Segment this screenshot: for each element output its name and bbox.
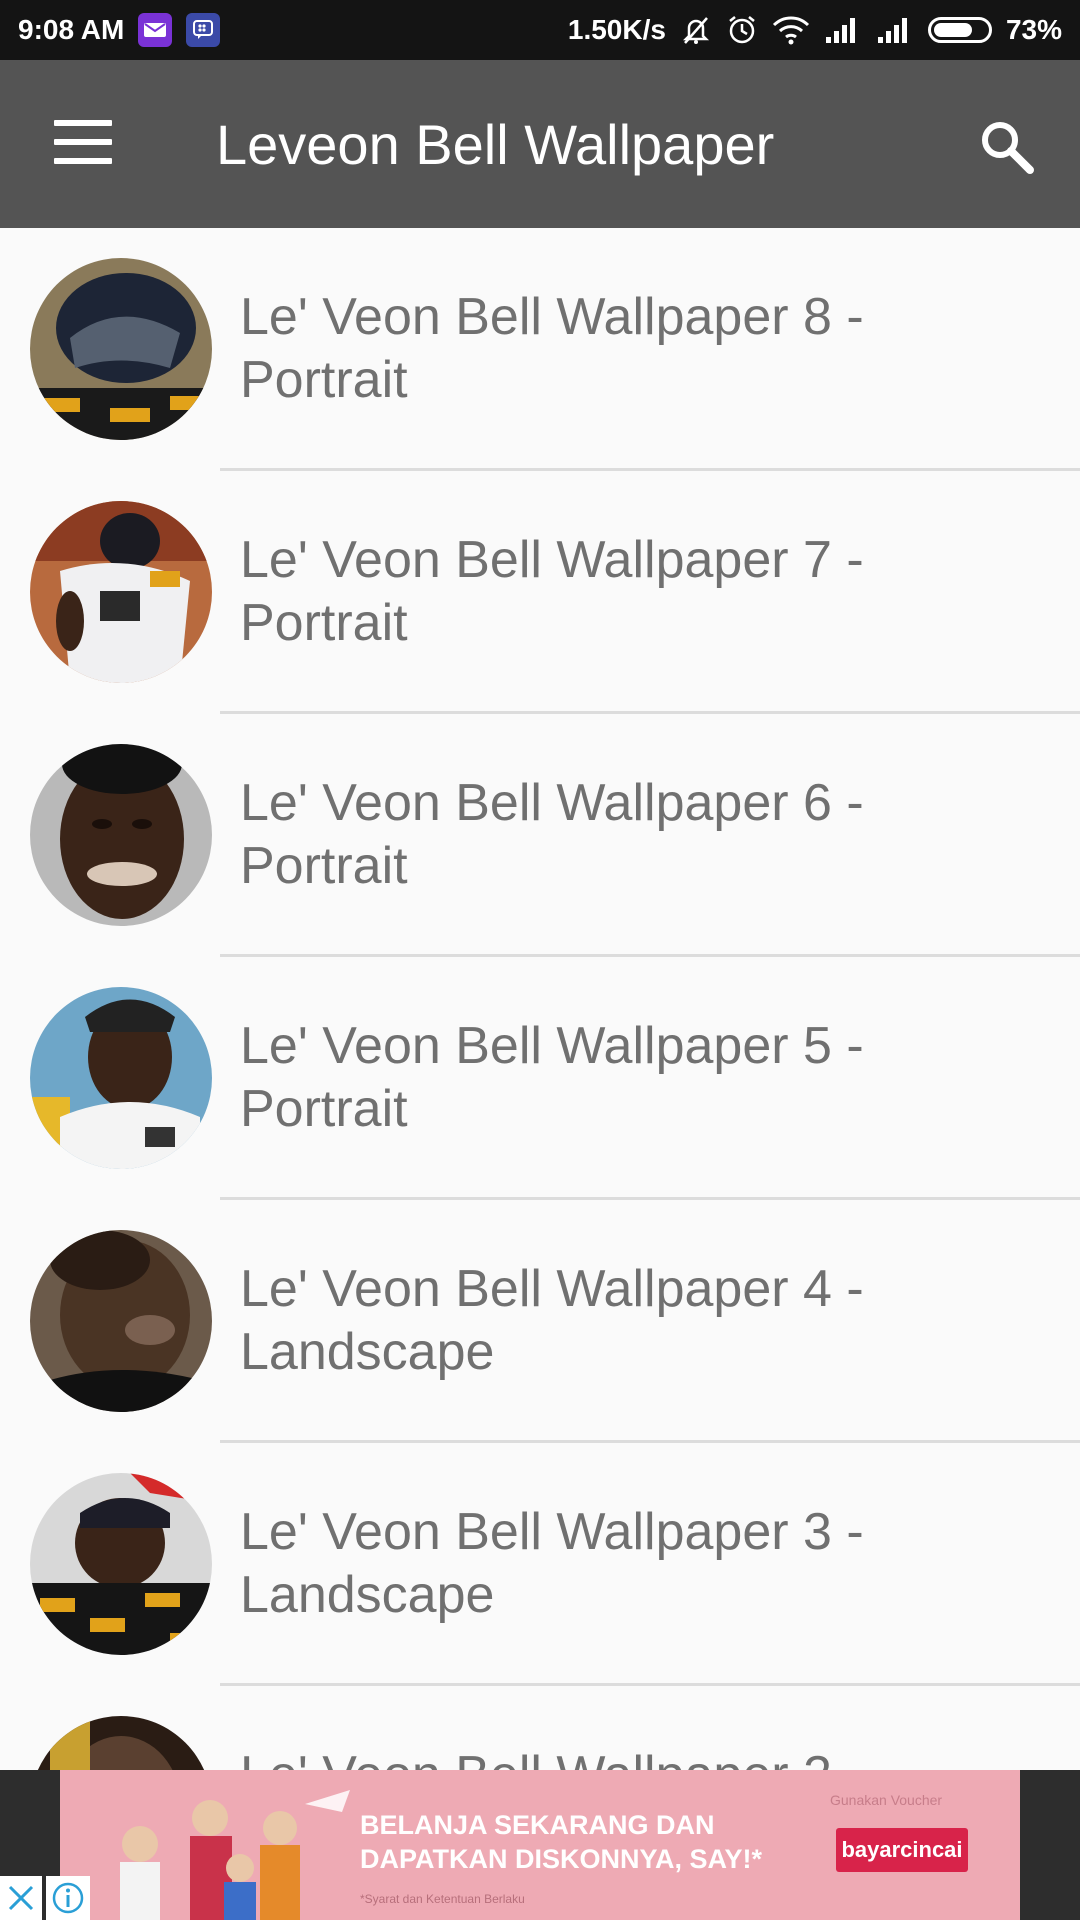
status-time: 9:08 AM <box>18 14 125 45</box>
wifi-icon <box>772 15 810 45</box>
ad-headline-line: DAPATKAN DISKONNYA, SAY!* <box>360 1844 763 1874</box>
ad-bar: Gunakan Voucher BELANJA SEKARANG DAN DAP… <box>0 1770 1080 1920</box>
ad-banner[interactable]: Gunakan Voucher BELANJA SEKARANG DAN DAP… <box>60 1770 1020 1920</box>
list-item[interactable]: Le' Veon Bell Wallpaper 2 - Landscape <box>0 1686 1080 1770</box>
ad-headline-line: BELANJA SEKARANG DAN <box>360 1810 715 1840</box>
wallpaper-thumbnail <box>30 258 212 440</box>
close-icon[interactable] <box>0 1876 42 1920</box>
list-item-label: Le' Veon Bell Wallpaper 4 - Landscape <box>240 1260 864 1381</box>
bbm-icon <box>186 13 221 47</box>
app-bar: Leveon Bell Wallpaper <box>0 60 1080 228</box>
list-item-label: Le' Veon Bell Wallpaper 5 - Portrait <box>240 1017 864 1138</box>
mute-bell-icon <box>680 14 712 46</box>
wallpaper-thumbnail <box>30 744 212 926</box>
list-item[interactable]: Le' Veon Bell Wallpaper 5 - Portrait <box>0 957 1080 1200</box>
status-bar: 9:08 AM 1.50K/s 73% <box>0 0 1080 60</box>
ad-brand-button[interactable]: bayarcincai <box>836 1828 968 1872</box>
network-speed: 1.50K/s <box>567 14 666 45</box>
list-item-label: Le' Veon Bell Wallpaper 2 - Landscape <box>240 1744 1040 1770</box>
ad-fine-print: *Syarat dan Ketentuan Berlaku <box>360 1892 525 1906</box>
list-item-label: Le' Veon Bell Wallpaper 6 - Portrait <box>240 774 864 895</box>
battery-percent: 73% <box>1005 14 1062 45</box>
list-item-label: Le' Veon Bell Wallpaper 3 - Landscape <box>240 1503 864 1624</box>
wallpaper-list: Le' Veon Bell Wallpaper 8 - Portrait Le'… <box>0 228 1080 1770</box>
wallpaper-thumbnail <box>30 1230 212 1412</box>
list-item[interactable]: Le' Veon Bell Wallpaper 6 - Portrait <box>0 714 1080 957</box>
wallpaper-thumbnail <box>30 987 212 1169</box>
wallpaper-thumbnail <box>30 1473 212 1655</box>
hamburger-menu-icon[interactable] <box>54 120 112 164</box>
ad-family-image <box>100 1784 370 1920</box>
list-item[interactable]: Le' Veon Bell Wallpaper 3 - Landscape <box>0 1443 1080 1686</box>
info-icon[interactable] <box>46 1876 90 1920</box>
signal-icon <box>876 15 914 45</box>
search-icon[interactable] <box>976 116 1036 176</box>
ad-voucher-note: Gunakan Voucher <box>830 1792 943 1808</box>
list-item-label: Le' Veon Bell Wallpaper 7 - Portrait <box>240 531 864 652</box>
wallpaper-thumbnail <box>30 1716 212 1770</box>
yahoo-mail-icon <box>138 13 173 47</box>
list-item[interactable]: Le' Veon Bell Wallpaper 4 - Landscape <box>0 1200 1080 1443</box>
page-title: Leveon Bell Wallpaper <box>216 113 775 176</box>
wallpaper-thumbnail <box>30 501 212 683</box>
list-item[interactable]: Le' Veon Bell Wallpaper 7 - Portrait <box>0 471 1080 714</box>
ad-headline: BELANJA SEKARANG DAN DAPATKAN DISKONNYA,… <box>360 1808 810 1876</box>
signal-icon <box>824 15 862 45</box>
alarm-icon <box>726 14 758 46</box>
list-item-label: Le' Veon Bell Wallpaper 8 - Portrait <box>240 288 864 409</box>
list-item[interactable]: Le' Veon Bell Wallpaper 8 - Portrait <box>0 228 1080 471</box>
battery-icon <box>927 17 992 43</box>
